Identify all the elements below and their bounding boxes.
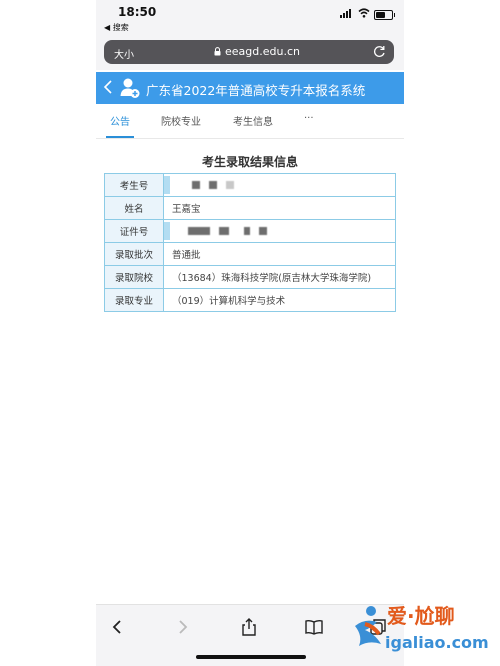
row-label: 考生号	[104, 173, 164, 197]
signal-icon	[340, 9, 351, 18]
table-row: 录取院校 （13684）珠海科技学院(原吉林大学珠海学院)	[104, 265, 396, 289]
wifi-icon	[358, 8, 370, 18]
row-label: 录取专业	[104, 288, 164, 312]
user-add-icon	[120, 78, 140, 98]
clock: 18:50	[118, 5, 157, 19]
redaction-mark	[188, 227, 210, 235]
share-icon[interactable]	[239, 617, 259, 637]
watermark-url: igaliao.com	[385, 633, 489, 652]
id-number-value	[163, 219, 396, 243]
watermark-text: 爱·尬聊	[387, 604, 455, 628]
row-label: 证件号	[104, 219, 164, 243]
row-label: 录取院校	[104, 265, 164, 289]
address-bar[interactable]: 大小 eeagd.edu.cn	[104, 40, 394, 64]
batch-value: 普通批	[163, 242, 396, 266]
admission-result-table: 考生号 姓名 王嘉宝 证件号 录取批次 普通批 录取院校 （13684）珠海科技…	[104, 173, 396, 312]
back-icon[interactable]	[108, 617, 128, 637]
redaction-mark	[192, 181, 200, 189]
status-bar: 18:50 ◀ 搜索	[96, 0, 404, 36]
url-text[interactable]: eeagd.edu.cn	[225, 45, 300, 58]
bookmarks-icon[interactable]	[304, 617, 324, 637]
tab-candidate-info[interactable]: 考生信息	[233, 113, 273, 128]
tab-schools-majors[interactable]: 院校专业	[161, 113, 201, 128]
back-to-app-link[interactable]: ◀ 搜索	[104, 22, 129, 33]
name-value: 王嘉宝	[163, 196, 396, 220]
result-title: 考生录取结果信息	[201, 155, 298, 169]
tab-announcement[interactable]: 公告	[110, 113, 130, 128]
school-value: （13684）珠海科技学院(原吉林大学珠海学院)	[163, 265, 396, 289]
active-tab-indicator	[106, 136, 134, 138]
reload-icon[interactable]	[373, 45, 386, 58]
lock-icon	[214, 47, 221, 56]
forward-icon[interactable]	[172, 617, 192, 637]
table-row: 录取批次 普通批	[104, 242, 396, 266]
row-label: 姓名	[104, 196, 164, 220]
redaction-mark	[164, 176, 170, 194]
table-row: 证件号	[104, 219, 396, 243]
exam-number-value	[163, 173, 396, 197]
redaction-mark	[226, 181, 235, 189]
major-value: （019）计算机科学与技术	[163, 288, 396, 312]
table-row: 录取专业 （019）计算机科学与技术	[104, 288, 396, 312]
page-title: 广东省2022年普通高校专升本报名系统	[146, 83, 366, 98]
app-header: 广东省2022年普通高校专升本报名系统	[96, 72, 404, 104]
redaction-mark	[164, 222, 170, 240]
table-row: 姓名 王嘉宝	[104, 196, 396, 220]
battery-icon	[374, 10, 395, 20]
redaction-mark	[244, 227, 251, 235]
tab-more[interactable]: ···	[304, 113, 314, 124]
row-label: 录取批次	[104, 242, 164, 266]
watermark-logo-icon	[355, 606, 381, 646]
tab-bar: 公告 院校专业 考生信息 ···	[96, 104, 404, 139]
watermark: 爱·尬聊 igaliao.com	[345, 600, 495, 660]
text-size-button[interactable]: 大小	[114, 46, 134, 61]
table-row: 考生号	[104, 173, 396, 197]
back-chevron-icon[interactable]	[103, 79, 113, 95]
phone-screen: 18:50 ◀ 搜索 大小 eeagd.edu.cn 广东省2022年普通高校专…	[96, 0, 404, 666]
home-indicator	[196, 655, 306, 659]
redaction-mark	[219, 227, 230, 235]
browser-address-area: 大小 eeagd.edu.cn	[96, 36, 404, 70]
redaction-mark	[259, 227, 268, 235]
redaction-mark	[209, 181, 218, 189]
